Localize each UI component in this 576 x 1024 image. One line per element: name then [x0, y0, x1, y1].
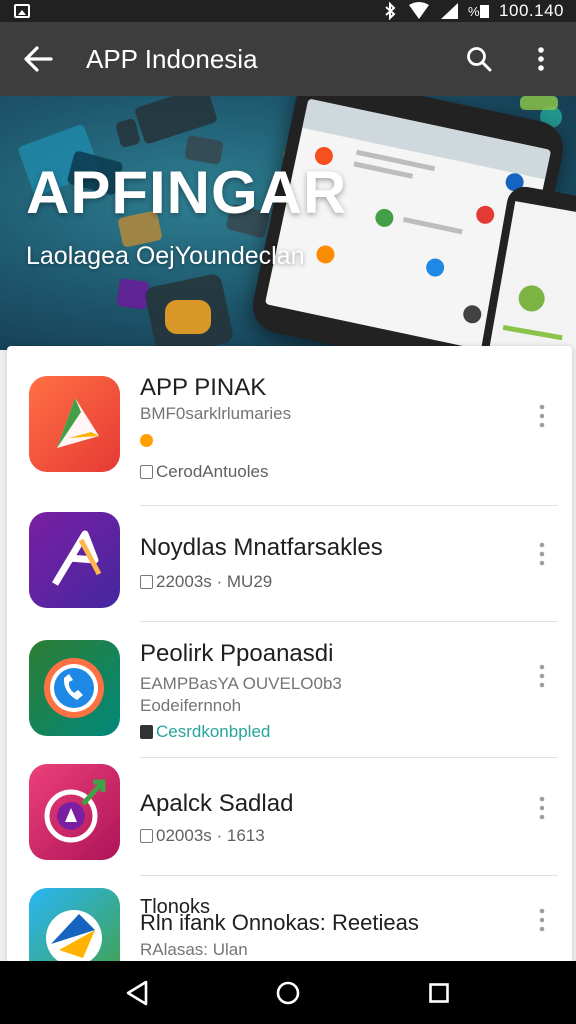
- signal-icon: [441, 3, 459, 19]
- decor-card: [520, 96, 558, 110]
- back-button[interactable]: [0, 22, 76, 96]
- phone-app-dot: [314, 243, 337, 266]
- phone-call-icon: [44, 658, 104, 718]
- phone-text-line: [402, 216, 463, 235]
- system-nav-bar: [0, 961, 576, 1024]
- app-icon: [29, 764, 120, 860]
- app-meta-text: CerodAntuoles: [156, 462, 269, 481]
- app-meta-text: Cesrdkonbpled: [156, 722, 271, 741]
- search-icon: [467, 47, 492, 72]
- item-more-button[interactable]: [526, 788, 558, 828]
- app-meta: Cesrdkonbpled: [140, 722, 270, 742]
- phone-app-dot: [516, 283, 547, 314]
- more-vert-icon: [539, 542, 545, 566]
- app-bar: APP Indonesia: [0, 22, 576, 96]
- meta-icon: [140, 465, 153, 479]
- nav-recents-square-icon: [428, 982, 449, 1003]
- banner-title: APFINGAR: [26, 159, 348, 226]
- wifi-icon: [409, 2, 430, 19]
- app-icon: [29, 512, 120, 608]
- overflow-menu-button[interactable]: [510, 22, 572, 96]
- phone-app-dot: [424, 256, 446, 279]
- app-icon: [29, 376, 120, 472]
- app-list: APP PINAK BMF0sarklrlumaries CerodAntuol…: [7, 346, 572, 986]
- app-icon: [29, 640, 120, 736]
- status-right: % 100.140: [381, 1, 564, 21]
- item-more-button[interactable]: [526, 396, 558, 436]
- status-bar: % 100.140: [0, 0, 576, 22]
- nav-home-button[interactable]: [258, 963, 318, 1023]
- app-meta: 02003s · 1613: [140, 826, 265, 846]
- page-title: APP Indonesia: [86, 43, 258, 74]
- app-list-item[interactable]: Peolirk Ppoanasdi EAMPBasYA OUVELO0b3 Eo…: [7, 622, 572, 758]
- app-name-secondary: Rln ifank Onnokas: Reetieas: [140, 910, 419, 935]
- more-vert-icon: [539, 796, 545, 820]
- rating-dot: [140, 434, 153, 447]
- app-meta-text: 02003s · 1613: [156, 826, 265, 845]
- screen: % 100.140 APP Indonesia APFINGAR Laolage…: [0, 0, 576, 1024]
- more-vert-icon: [539, 908, 545, 932]
- music-note-icon: [51, 530, 102, 586]
- battery-percent-icon: %: [468, 4, 490, 19]
- more-vert-icon: [539, 664, 545, 688]
- app-list-item[interactable]: Noydlas Mnatfarsakles 22003s · MU29: [7, 506, 572, 622]
- app-meta-text: 22003s · MU29: [156, 572, 273, 591]
- bluetooth-icon: [385, 2, 396, 20]
- app-list-item[interactable]: APP PINAK BMF0sarklrlumaries CerodAntuol…: [7, 346, 572, 506]
- app-name: Apalck Sadlad: [140, 790, 294, 817]
- item-more-button[interactable]: [526, 900, 558, 940]
- app-meta: 22003s · MU29: [140, 572, 272, 592]
- app-subtitle: RAlasas: Ulan: [140, 940, 248, 959]
- app-subtitle-secondary: Eodeifernnoh: [140, 696, 242, 715]
- app-subtitle: BMF0sarklrlumaries: [140, 404, 292, 423]
- more-vert-icon: [539, 404, 545, 428]
- svg-text:%: %: [468, 4, 480, 19]
- nav-recents-button[interactable]: [409, 963, 469, 1023]
- status-left: [14, 4, 30, 18]
- decor-device: [114, 117, 142, 149]
- app-subtitle: EAMPBasYA OUVELO0b3: [140, 674, 342, 693]
- app-name: Noydlas Mnatfarsakles: [140, 534, 383, 561]
- item-more-button[interactable]: [526, 656, 558, 696]
- app-list-item[interactable]: Apalck Sadlad 02003s · 1613: [7, 758, 572, 876]
- target-arrow-icon: [44, 779, 106, 843]
- meta-icon: [140, 725, 153, 739]
- phone-app-dot: [461, 303, 483, 325]
- meta-icon: [140, 575, 153, 589]
- back-arrow-icon: [24, 46, 53, 72]
- phone-app-dot: [474, 204, 496, 226]
- nav-back-button[interactable]: [107, 963, 167, 1023]
- item-more-button[interactable]: [526, 534, 558, 574]
- triangle-play-icon: [57, 398, 99, 448]
- promo-banner[interactable]: APFINGAR Laolagea OejYoundeclan: [0, 96, 576, 350]
- app-name: APP PINAK: [140, 374, 267, 401]
- decor-screen: [165, 300, 211, 334]
- nav-home-circle-icon: [276, 981, 300, 1004]
- nav-back-triangle-icon: [127, 980, 148, 1005]
- more-vert-icon: [538, 47, 544, 71]
- image-notification-icon: [14, 4, 30, 18]
- phone-text-line: [502, 324, 563, 341]
- status-time: 100.140: [499, 1, 564, 20]
- app-meta: CerodAntuoles: [140, 462, 268, 482]
- search-button[interactable]: [448, 22, 510, 96]
- banner-subtitle: Laolagea OejYoundeclan: [26, 242, 305, 270]
- meta-icon: [140, 829, 153, 843]
- phone-app-dot: [373, 207, 396, 229]
- app-name: Peolirk Ppoanasdi: [140, 640, 334, 667]
